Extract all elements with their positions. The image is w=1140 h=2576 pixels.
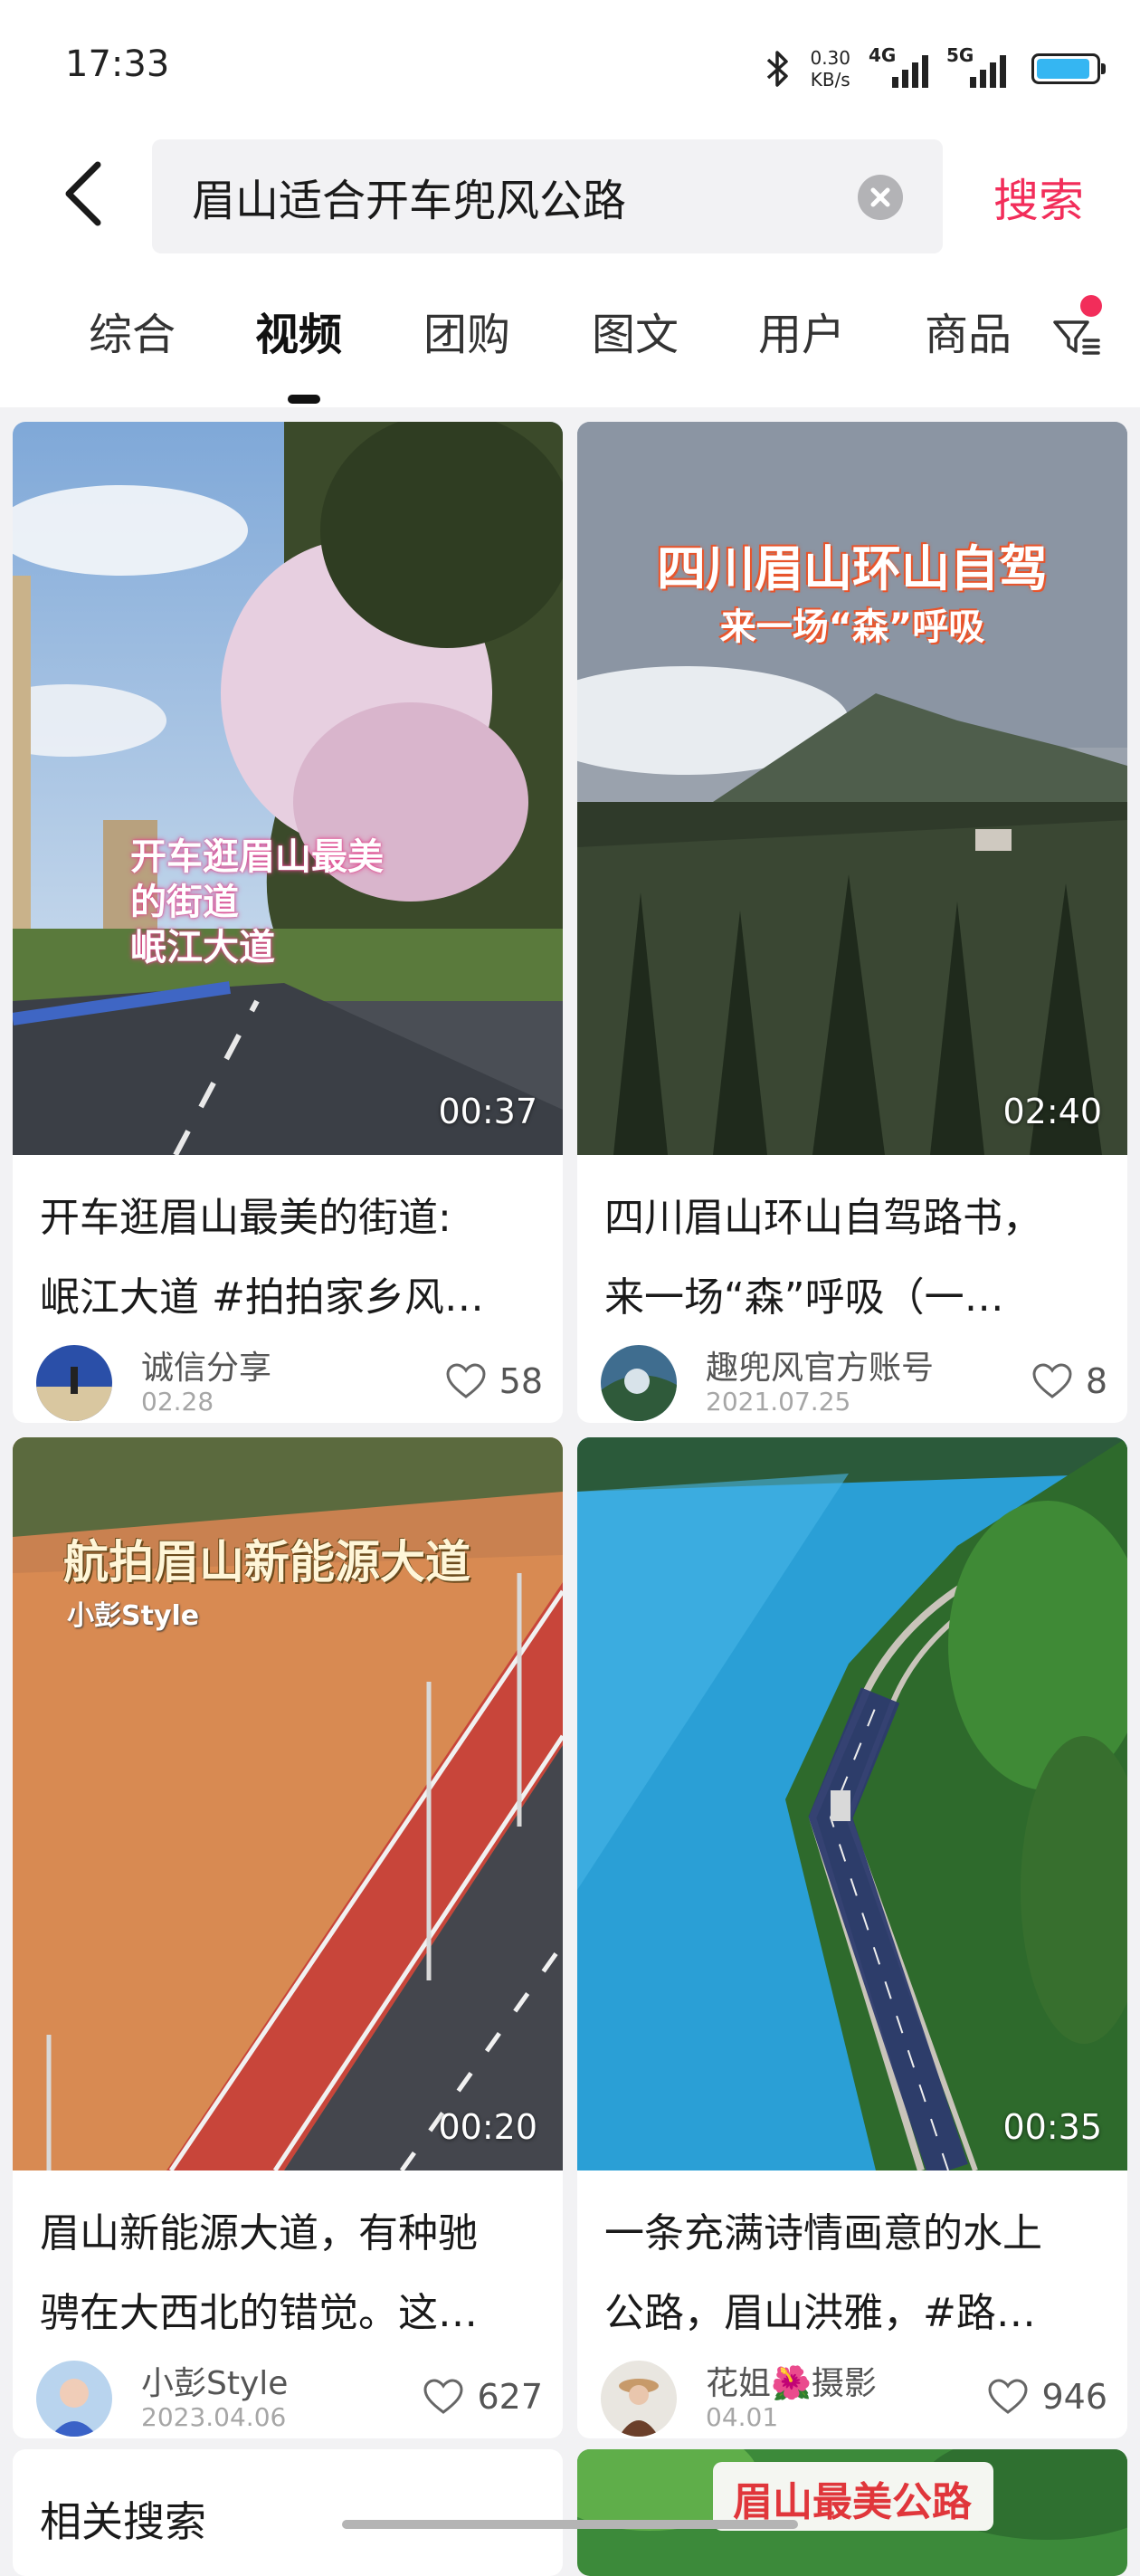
video-duration: 00:20 bbox=[438, 2107, 537, 2147]
video-card[interactable]: 00:35 一条充满诗情画意的水上 公路，眉山洪雅，#路… 花姐🌺摄影 04.0… bbox=[577, 1437, 1127, 2438]
back-arrow-icon[interactable] bbox=[56, 157, 110, 230]
clear-search-button[interactable] bbox=[858, 175, 903, 220]
home-indicator[interactable] bbox=[342, 2520, 798, 2529]
network-speed: 0.30 KB/s bbox=[810, 47, 850, 91]
thumbnail-image bbox=[577, 1437, 1127, 2171]
search-box bbox=[152, 139, 943, 253]
like-count: 627 bbox=[477, 2377, 543, 2417]
like-button[interactable]: 946 bbox=[987, 2377, 1107, 2417]
thumbnail-caption-line1: 航拍眉山新能源大道 bbox=[63, 1536, 470, 1589]
bluetooth-icon bbox=[767, 51, 789, 87]
status-icons: 0.30 KB/s 4G 5G bbox=[765, 42, 1106, 96]
thumbnail-caption-line2: 小彭Style bbox=[67, 1600, 200, 1632]
avatar[interactable] bbox=[36, 2361, 112, 2437]
top-bar: 17:33 0.30 KB/s 4G 5G 搜索 bbox=[0, 0, 1140, 407]
tab-image-text[interactable]: 图文 bbox=[592, 299, 679, 362]
signal-5g-icon: 5G bbox=[946, 44, 1006, 93]
net-speed-value: 0.30 bbox=[810, 47, 850, 69]
search-input[interactable] bbox=[192, 139, 825, 253]
author-name[interactable]: 诚信分享 bbox=[141, 1341, 271, 1388]
author-row: 趣兜风官方账号 2021.07.25 8 bbox=[601, 1341, 1107, 1423]
tab-products[interactable]: 商品 bbox=[925, 299, 1012, 362]
thumbnail-caption-line2: 来一场“森”呼吸 bbox=[719, 606, 985, 648]
tab-users[interactable]: 用户 bbox=[758, 299, 845, 362]
like-count: 946 bbox=[1041, 2377, 1107, 2417]
result-tabs: 综合 视频 团购 图文 用户 商品 bbox=[0, 299, 1068, 371]
heart-icon bbox=[988, 2379, 1028, 2414]
active-tab-indicator bbox=[288, 395, 320, 404]
tab-comprehensive[interactable]: 综合 bbox=[89, 299, 176, 362]
related-searches-card[interactable]: 相关搜索 bbox=[13, 2449, 563, 2576]
like-button[interactable]: 58 bbox=[445, 1361, 543, 1401]
like-button[interactable]: 8 bbox=[1031, 1361, 1107, 1401]
thumbnail-caption: 眉山最美公路 bbox=[733, 2479, 972, 2525]
close-icon bbox=[870, 187, 890, 207]
video-card[interactable]: 航拍眉山新能源大道 小彭Style 00:20 眉山新能源大道，有种驰 骋在大西… bbox=[13, 1437, 563, 2438]
net-speed-unit: KB/s bbox=[810, 69, 850, 91]
publish-date: 02.28 bbox=[141, 1387, 214, 1417]
heart-icon bbox=[446, 1363, 486, 1398]
battery-icon bbox=[1031, 53, 1106, 84]
tab-group-buy[interactable]: 团购 bbox=[423, 299, 510, 362]
author-row: 小彭Style 2023.04.06 627 bbox=[36, 2357, 543, 2438]
author-name[interactable]: 小彭Style bbox=[141, 2357, 288, 2404]
author-name[interactable]: 趣兜风官方账号 bbox=[706, 1341, 934, 1388]
video-thumbnail[interactable]: 开车逛眉山最美 的街道 岷江大道 00:37 bbox=[13, 422, 563, 1155]
status-time: 17:33 bbox=[65, 43, 170, 85]
video-duration: 00:37 bbox=[438, 1092, 537, 1131]
video-thumbnail[interactable]: 00:35 bbox=[577, 1437, 1127, 2171]
like-count: 8 bbox=[1085, 1361, 1107, 1401]
video-title-line2: 骋在大西北的错觉。这… bbox=[40, 2290, 478, 2336]
video-duration: 02:40 bbox=[1002, 1092, 1102, 1131]
avatar[interactable] bbox=[36, 1345, 112, 1421]
thumbnail-caption-line3: 岷江大道 bbox=[130, 927, 275, 968]
video-card[interactable]: 四川眉山环山自驾 来一场“森”呼吸 02:40 四川眉山环山自驾路书， 来一场“… bbox=[577, 422, 1127, 1423]
author-row: 花姐🌺摄影 04.01 946 bbox=[601, 2357, 1107, 2438]
publish-date: 2023.04.06 bbox=[141, 2402, 287, 2432]
video-title[interactable]: 开车逛眉山最美的街道: 岷江大道 #拍拍家乡风… bbox=[40, 1178, 546, 1338]
search-button[interactable]: 搜索 bbox=[993, 165, 1084, 230]
video-card[interactable]: 眉山最美公路 bbox=[577, 2449, 1127, 2576]
video-thumbnail[interactable]: 航拍眉山新能源大道 小彭Style 00:20 bbox=[13, 1437, 563, 2171]
avatar[interactable] bbox=[601, 1345, 677, 1421]
author-row: 诚信分享 02.28 58 bbox=[36, 1341, 543, 1423]
heart-icon bbox=[1032, 1363, 1072, 1398]
publish-date: 04.01 bbox=[706, 2402, 779, 2432]
video-thumbnail[interactable]: 四川眉山环山自驾 来一场“森”呼吸 02:40 bbox=[577, 422, 1127, 1155]
tab-video[interactable]: 视频 bbox=[255, 299, 342, 362]
heart-icon bbox=[423, 2379, 463, 2414]
video-title-line1: 四川眉山环山自驾路书， bbox=[604, 1195, 1042, 1241]
video-title[interactable]: 眉山新能源大道，有种驰 骋在大西北的错觉。这… bbox=[40, 2194, 546, 2353]
signal-4g-icon: 4G bbox=[869, 44, 928, 93]
thumbnail-image bbox=[13, 422, 563, 1155]
video-title[interactable]: 一条充满诗情画意的水上 公路，眉山洪雅，#路… bbox=[604, 2194, 1111, 2353]
author-name[interactable]: 花姐🌺摄影 bbox=[706, 2357, 877, 2404]
video-title[interactable]: 四川眉山环山自驾路书， 来一场“森”呼吸（一… bbox=[604, 1178, 1111, 1338]
video-title-line2: 来一场“森”呼吸（一… bbox=[604, 1274, 1004, 1321]
publish-date: 2021.07.25 bbox=[706, 1387, 851, 1417]
video-title-line2: 岷江大道 #拍拍家乡风… bbox=[40, 1274, 484, 1321]
thumbnail-caption-line1: 四川眉山环山自驾 bbox=[657, 540, 1048, 597]
related-searches-title: 相关搜索 bbox=[40, 2497, 206, 2546]
video-title-line1: 眉山新能源大道，有种驰 bbox=[40, 2210, 478, 2256]
video-duration: 00:35 bbox=[1002, 2107, 1102, 2147]
video-title-line1: 一条充满诗情画意的水上 bbox=[604, 2210, 1042, 2256]
like-button[interactable]: 627 bbox=[423, 2377, 543, 2417]
video-title-line2: 公路，眉山洪雅，#路… bbox=[604, 2290, 1036, 2336]
video-title-line1: 开车逛眉山最美的街道: bbox=[40, 1195, 451, 1241]
filter-notification-dot bbox=[1080, 295, 1102, 317]
like-count: 58 bbox=[499, 1361, 543, 1401]
video-card[interactable]: 开车逛眉山最美 的街道 岷江大道 00:37 开车逛眉山最美的街道: 岷江大道 … bbox=[13, 422, 563, 1423]
battery-fill bbox=[1037, 59, 1089, 79]
avatar[interactable] bbox=[601, 2361, 677, 2437]
